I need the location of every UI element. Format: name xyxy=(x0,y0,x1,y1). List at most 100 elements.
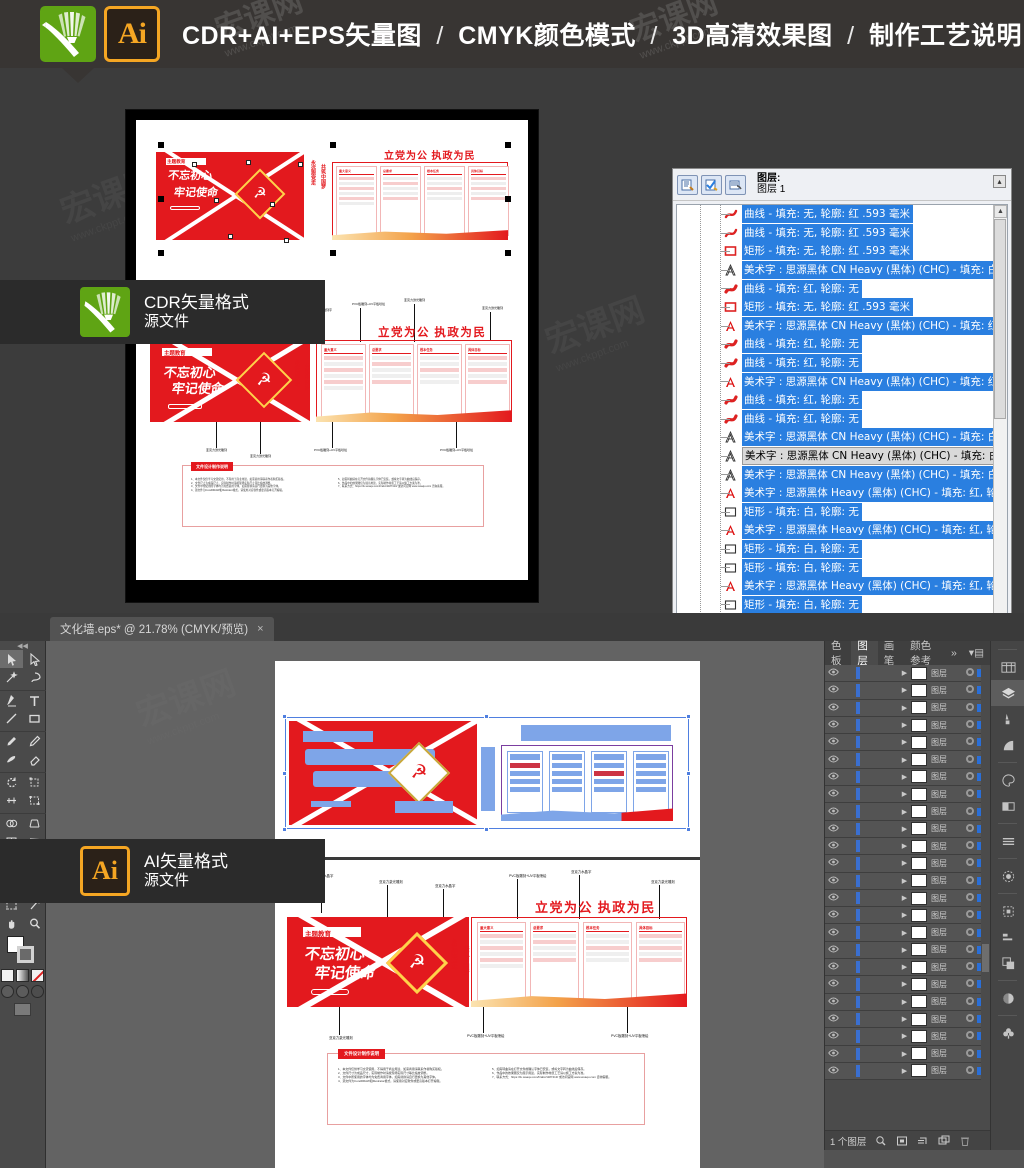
layer-row[interactable]: ▶ 图层 xyxy=(825,786,990,804)
visibility-toggle-icon[interactable] xyxy=(825,807,842,817)
selection-handle[interactable] xyxy=(330,250,336,256)
layers-panel[interactable]: 色板 图层 画笔 颜色参考 » ▾▤ ▶ 图层 ▶ 图层 ▶ 图层 ▶ 图层 ▶ 图层 ▶ 图层 ▶ 图层… xyxy=(824,640,990,1150)
zoom-tool-icon[interactable] xyxy=(23,914,46,932)
expand-layer-icon[interactable]: ▶ xyxy=(898,877,911,885)
paintbrush-tool-icon[interactable] xyxy=(0,732,23,750)
target-indicator-icon[interactable] xyxy=(963,789,977,799)
object-manager-docker[interactable]: 图层: 图层 1 ▴ 曲线 - 填充: 无, 轮廓: 红 .593 毫米 曲线 -… xyxy=(672,168,1012,681)
selection-node[interactable] xyxy=(192,162,197,167)
coreldraw-canvas[interactable]: 主题教育 不忘初心 牢记使命 ☭ 永远跟党走 共筑中国梦 立党为公 执政为民 重… xyxy=(126,110,538,602)
visibility-toggle-icon[interactable] xyxy=(825,876,842,886)
visibility-toggle-icon[interactable] xyxy=(825,962,842,972)
expand-layer-icon[interactable]: ▶ xyxy=(898,808,911,816)
layer-row[interactable]: ▶ 图层 xyxy=(825,872,990,890)
brushes-panel-icon[interactable] xyxy=(991,706,1024,732)
layer-row[interactable]: ▶ 图层 xyxy=(825,682,990,700)
expand-layer-icon[interactable]: ▶ xyxy=(898,1015,911,1023)
create-new-layer-icon[interactable] xyxy=(938,1135,950,1147)
object-row[interactable]: 美术字 : 思源黑体 CN Heavy (黑体) (CHC) - 填充: 白, … xyxy=(677,428,1007,447)
object-list[interactable]: 曲线 - 填充: 无, 轮廓: 红 .593 毫米 曲线 - 填充: 无, 轮廓:… xyxy=(676,204,1008,659)
target-indicator-icon[interactable] xyxy=(963,823,977,834)
full-screen-mode-button[interactable] xyxy=(31,985,44,998)
layer-manager-view-button[interactable] xyxy=(725,174,746,195)
object-row[interactable]: 曲线 - 填充: 红, 轮廓: 无 xyxy=(677,409,1007,429)
graphic-styles-panel-icon[interactable] xyxy=(991,985,1024,1011)
target-indicator-icon[interactable] xyxy=(963,702,977,713)
anchor-point[interactable] xyxy=(686,771,691,776)
stroke-swatch[interactable] xyxy=(17,946,34,963)
target-indicator-icon[interactable] xyxy=(963,771,977,782)
panel-menu-icon[interactable]: ▾▤ xyxy=(963,641,990,665)
locate-object-icon[interactable] xyxy=(875,1135,887,1147)
visibility-toggle-icon[interactable] xyxy=(825,685,842,695)
scrollbar-thumb[interactable] xyxy=(982,944,989,972)
expand-layer-icon[interactable]: ▶ xyxy=(898,842,911,850)
expand-layer-icon[interactable]: ▶ xyxy=(898,669,911,677)
object-row[interactable]: 矩形 - 填充: 白, 轮廓: 无 xyxy=(677,558,1007,577)
tab-brushes[interactable]: 画笔 xyxy=(878,640,904,667)
object-row[interactable]: 美术字 : 思源黑体 CN Heavy (黑体) (CHC) - 填充: 白, … xyxy=(677,447,1007,466)
selection-handle[interactable] xyxy=(158,196,164,202)
perspective-grid-tool-icon[interactable] xyxy=(23,814,46,832)
expand-layer-icon[interactable]: ▶ xyxy=(898,1050,911,1058)
target-indicator-icon[interactable] xyxy=(963,1014,977,1024)
target-indicator-icon[interactable] xyxy=(963,1031,977,1041)
type-tool-icon[interactable] xyxy=(23,691,46,709)
hand-tool-icon[interactable] xyxy=(0,914,23,932)
layer-rows[interactable]: ▶ 图层 ▶ 图层 ▶ 图层 ▶ 图层 ▶ 图层 ▶ 图层 ▶ 图层 ▶ 图层 ▶ 图层 ▶ 图层 ▶ 图层 ▶ 图层 ▶ 图层 ▶… xyxy=(825,665,990,1081)
layer-row[interactable]: ▶ 图层 xyxy=(825,889,990,908)
visibility-toggle-icon[interactable] xyxy=(825,668,842,678)
gradient-fill-button[interactable] xyxy=(16,969,29,982)
anchor-point[interactable] xyxy=(282,827,287,832)
target-indicator-icon[interactable] xyxy=(963,1048,977,1059)
visibility-toggle-icon[interactable] xyxy=(825,841,842,851)
layer-row[interactable]: ▶ 图层 xyxy=(825,855,990,873)
panel-dock[interactable] xyxy=(990,641,1024,1150)
eraser-tool-icon[interactable] xyxy=(23,750,46,768)
layer-row[interactable]: ▶ 图层 xyxy=(825,734,990,752)
pencil-tool-icon[interactable] xyxy=(23,732,46,750)
artwork-preview-view[interactable]: 亚克力水晶字 亚克力激光雕刻 亚克力水晶字 PVC板雕刻+UV平板喷绘 亚克力水… xyxy=(283,870,691,1043)
selection-node[interactable] xyxy=(246,160,251,165)
visibility-toggle-icon[interactable] xyxy=(825,1014,842,1024)
layer-row[interactable]: ▶ 图层 xyxy=(825,837,990,856)
object-rows[interactable]: 曲线 - 填充: 无, 轮廓: 红 .593 毫米 曲线 - 填充: 无, 轮廓:… xyxy=(677,205,1007,658)
appearance-panel-icon[interactable] xyxy=(991,898,1024,924)
object-row[interactable]: 美术字 : 思源黑体 CN Heavy (黑体) (CHC) - 填充: 白, … xyxy=(677,261,1007,280)
layer-row[interactable]: ▶ 图层 xyxy=(825,993,990,1011)
object-row[interactable]: 美术字 : 思源黑体 Heavy (黑体) (CHC) - 填充: 红, 轮廓:… xyxy=(677,521,1007,540)
visibility-toggle-icon[interactable] xyxy=(825,910,842,920)
visibility-toggle-icon[interactable] xyxy=(825,720,842,730)
color-panel-icon[interactable] xyxy=(991,793,1024,819)
fill-mode-buttons[interactable] xyxy=(0,966,45,982)
create-new-sublayer-icon[interactable] xyxy=(917,1135,929,1147)
target-indicator-icon[interactable] xyxy=(963,927,977,938)
visibility-toggle-icon[interactable] xyxy=(825,893,842,903)
expand-layer-icon[interactable]: ▶ xyxy=(898,704,911,712)
layer-row[interactable]: ▶ 图层 xyxy=(825,1010,990,1029)
fill-stroke-controls[interactable] xyxy=(0,932,45,1016)
collapse-panel-icon[interactable]: » xyxy=(945,641,963,665)
target-indicator-icon[interactable] xyxy=(963,875,977,886)
symbols-panel-icon[interactable] xyxy=(991,1020,1024,1046)
visibility-toggle-icon[interactable] xyxy=(825,945,842,955)
selection-handle[interactable] xyxy=(158,142,164,148)
selection-node[interactable] xyxy=(214,198,219,203)
expand-layer-icon[interactable]: ▶ xyxy=(898,859,911,867)
object-list-scrollbar[interactable]: ▲ ▼ xyxy=(993,205,1007,644)
layer-row[interactable]: ▶ 图层 xyxy=(825,820,990,838)
layer-row[interactable]: ▶ 图层 xyxy=(825,665,990,683)
target-indicator-icon[interactable] xyxy=(963,910,977,920)
object-row[interactable]: 矩形 - 填充: 白, 轮廓: 无 xyxy=(677,539,1007,559)
object-row[interactable]: 美术字 : 思源黑体 Heavy (黑体) (CHC) - 填充: 红, 轮廓:… xyxy=(677,484,1007,503)
selection-node[interactable] xyxy=(228,234,233,239)
visibility-toggle-icon[interactable] xyxy=(825,1031,842,1041)
rotate-tool-icon[interactable] xyxy=(0,773,23,791)
selection-handle[interactable] xyxy=(330,142,336,148)
rectangle-tool-icon[interactable] xyxy=(23,709,46,727)
expand-layer-icon[interactable]: ▶ xyxy=(898,738,911,746)
scrollbar-thumb[interactable] xyxy=(994,219,1006,419)
target-indicator-icon[interactable] xyxy=(963,944,977,955)
layer-row[interactable]: ▶ 图层 xyxy=(825,907,990,925)
layers-scrollbar[interactable] xyxy=(981,665,990,1130)
